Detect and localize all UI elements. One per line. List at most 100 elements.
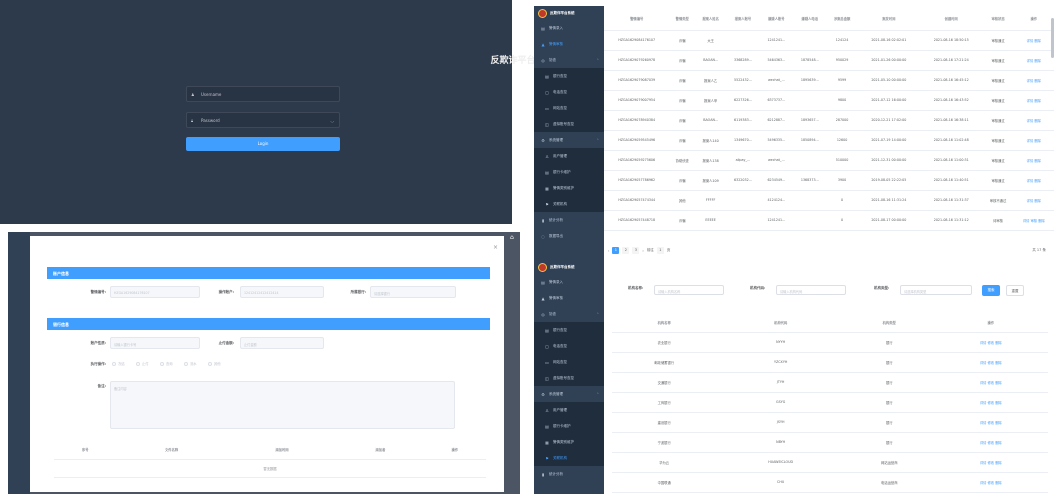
table-cell: 银行: [844, 412, 934, 433]
sidebar-item-11[interactable]: ⚑ 关联机构: [534, 196, 604, 212]
sidebar-item-5[interactable]: ▭ 网站查控: [534, 100, 604, 116]
sidebar-item-6[interactable]: ◫ 虚拟账号查控: [534, 116, 604, 132]
sidebar-item-9[interactable]: ▤ 银行卡维护: [534, 418, 604, 434]
table-cell: [793, 90, 827, 111]
sidebar-item-0[interactable]: ▤ 警情录入: [534, 274, 604, 290]
org-table: 机构名称 机构代码 机构类型 操作 农业银行 NYYH 银行 详情 修改 删除 邮政储蓄银行 YZ…: [612, 314, 1048, 493]
sidebar-item-label: 系统管理: [549, 137, 563, 142]
row-actions[interactable]: 详情 修改 删除: [933, 332, 1048, 353]
eye-icon[interactable]: ◡: [331, 118, 335, 123]
row-actions[interactable]: 详情 修改 删除: [933, 432, 1048, 453]
op-radio-0[interactable]: 冻结: [112, 361, 125, 366]
row-actions[interactable]: 详情 修改 删除: [933, 452, 1048, 473]
row-actions[interactable]: 详情 修改 删除: [933, 392, 1048, 413]
sidebar-logo-text: 反欺诈平台系统: [550, 10, 575, 15]
table-cell: HZGA1629057448718: [604, 210, 670, 231]
table-cell: 2021-08-16 11:02:48: [920, 130, 983, 151]
table-cell: 6234549...: [759, 170, 794, 191]
sidebar-item-2[interactable]: ◎ 协查 ⌃: [534, 306, 604, 322]
op-radio-4[interactable]: 其他: [208, 361, 221, 366]
sidebar-item-7[interactable]: ⚙ 系统管理 ⌃: [534, 132, 604, 148]
row-actions[interactable]: 详情 删除: [1013, 150, 1054, 171]
table-cell: 6119383...: [726, 110, 760, 131]
case-number-field[interactable]: HZGA1629084176107: [110, 286, 200, 298]
op-radio-2[interactable]: 查询: [160, 361, 173, 366]
close-icon[interactable]: ×: [493, 244, 498, 251]
table-cell: 5522432...: [726, 70, 760, 91]
bank-select[interactable]: 请选择银行: [370, 286, 456, 298]
note-textarea[interactable]: 备注内容: [110, 381, 455, 429]
next-icon[interactable]: ›: [642, 249, 643, 253]
goto-input[interactable]: 1: [656, 247, 664, 254]
org-type-select[interactable]: 请选择机构类型: [900, 285, 972, 295]
table-cell: 2021-07-19 14:00:00: [857, 130, 921, 151]
sidebar-item-11[interactable]: ⚑ 关联机构: [534, 450, 604, 466]
sidebar-item-12[interactable]: ▮ 统计分析: [534, 466, 604, 482]
sidebar-item-icon: ▤: [545, 423, 549, 429]
operate-account-field[interactable]: 12412412412412414: [240, 286, 324, 298]
org-code-label: 机构代码:: [750, 286, 766, 290]
sidebar-item-12[interactable]: ▮ 统计分析: [534, 212, 604, 228]
row-actions[interactable]: 详情 修改 删除: [933, 412, 1048, 433]
table-cell: 2021-08-16 17:21:24: [920, 50, 983, 71]
op-radio-3[interactable]: 流水: [184, 361, 197, 366]
table-cell: 950029: [826, 50, 858, 71]
username-input[interactable]: ♟ Username: [186, 86, 340, 102]
sidebar-item-5[interactable]: ▭ 网站查控: [534, 354, 604, 370]
col-header-6: 涉案总金额: [826, 8, 858, 31]
table-cell: 2021-08-16 11:31:37: [920, 190, 983, 211]
sidebar-item-10[interactable]: ▦ 警情类别维护: [534, 180, 604, 196]
table-row: 宁波银行 NBYH 银行 详情 修改 删除: [612, 432, 1048, 453]
org-code-input[interactable]: 请输入机构代码: [776, 285, 846, 295]
sidebar-item-4[interactable]: ▢ 电话查控: [534, 84, 604, 100]
login-button[interactable]: Login: [186, 137, 340, 151]
sidebar-item-1[interactable]: ▲ 警情审核: [534, 290, 604, 306]
page-3[interactable]: 3: [632, 247, 640, 254]
table-cell: FFFFF: [695, 190, 727, 211]
table-cell: 1349670...: [726, 130, 760, 151]
row-actions[interactable]: 详情 删除: [1013, 110, 1054, 131]
sidebar-item-10[interactable]: ▦ 警情类别维护: [534, 434, 604, 450]
sidebar-item-2[interactable]: ◎ 协查 ⌃: [534, 52, 604, 68]
page-2[interactable]: 2: [622, 247, 630, 254]
sidebar-item-7[interactable]: ⚙ 系统管理 ⌃: [534, 386, 604, 402]
row-actions[interactable]: 详情 删除: [1013, 70, 1054, 91]
sidebar-item-label: 虚拟账号查控: [553, 375, 574, 380]
sidebar-item-13[interactable]: ◌ 数据导出: [534, 228, 604, 244]
table-cell: 交通银行: [612, 372, 717, 393]
row-actions[interactable]: 详情 删除: [1013, 190, 1054, 211]
row-actions[interactable]: 详情 删除: [1013, 50, 1054, 71]
table-cell: HZGA1629079007954: [604, 90, 670, 111]
password-input[interactable]: 🔒︎ Password ◡: [186, 112, 340, 128]
sidebar-item-label: 银行卡维护: [553, 423, 571, 428]
row-actions[interactable]: 详情 修改 删除: [933, 352, 1048, 373]
sidebar-item-3[interactable]: ▤ 银行查控: [534, 322, 604, 338]
account-type-select[interactable]: 请输入银行卡号: [110, 337, 200, 349]
amount-field[interactable]: 止付金额: [240, 337, 324, 349]
sidebar-item-3[interactable]: ▤ 银行查控: [534, 68, 604, 84]
sidebar-item-1[interactable]: ▲ 警情审核: [534, 36, 604, 52]
org-name-input[interactable]: 请输入机构名称: [654, 285, 724, 295]
table-cell: 1241241...: [759, 210, 794, 231]
sidebar-item-8[interactable]: ♙ 用户管理: [534, 148, 604, 164]
table-cell: HUAWEICLOUD: [716, 452, 845, 473]
search-button[interactable]: 搜索: [982, 285, 1000, 296]
row-actions[interactable]: 详情 删除: [1013, 170, 1054, 191]
scrollbar[interactable]: [1051, 18, 1054, 58]
page-1[interactable]: 1: [612, 247, 620, 254]
sidebar-item-4[interactable]: ▢ 电话查控: [534, 338, 604, 354]
row-actions[interactable]: 详情 删除: [1013, 90, 1054, 111]
reset-button[interactable]: 重置: [1006, 285, 1024, 296]
op-radio-1[interactable]: 止付: [136, 361, 149, 366]
sidebar-item-8[interactable]: ♙ 用户管理: [534, 402, 604, 418]
table-cell: 电话运营商: [844, 472, 934, 493]
sidebar-item-9[interactable]: ▤ 银行卡维护: [534, 164, 604, 180]
row-actions[interactable]: 详情 修改 删除: [933, 372, 1048, 393]
row-actions[interactable]: 详情 删除: [1013, 30, 1054, 51]
sidebar-item-6[interactable]: ◫ 虚拟账号查控: [534, 370, 604, 386]
prev-icon[interactable]: ‹: [608, 249, 609, 253]
sidebar-item-0[interactable]: ▤ 警情录入: [534, 20, 604, 36]
row-actions[interactable]: 详情 审核 删除: [1013, 210, 1054, 231]
row-actions[interactable]: 详情 修改 删除: [933, 472, 1048, 493]
row-actions[interactable]: 详情 删除: [1013, 130, 1054, 151]
